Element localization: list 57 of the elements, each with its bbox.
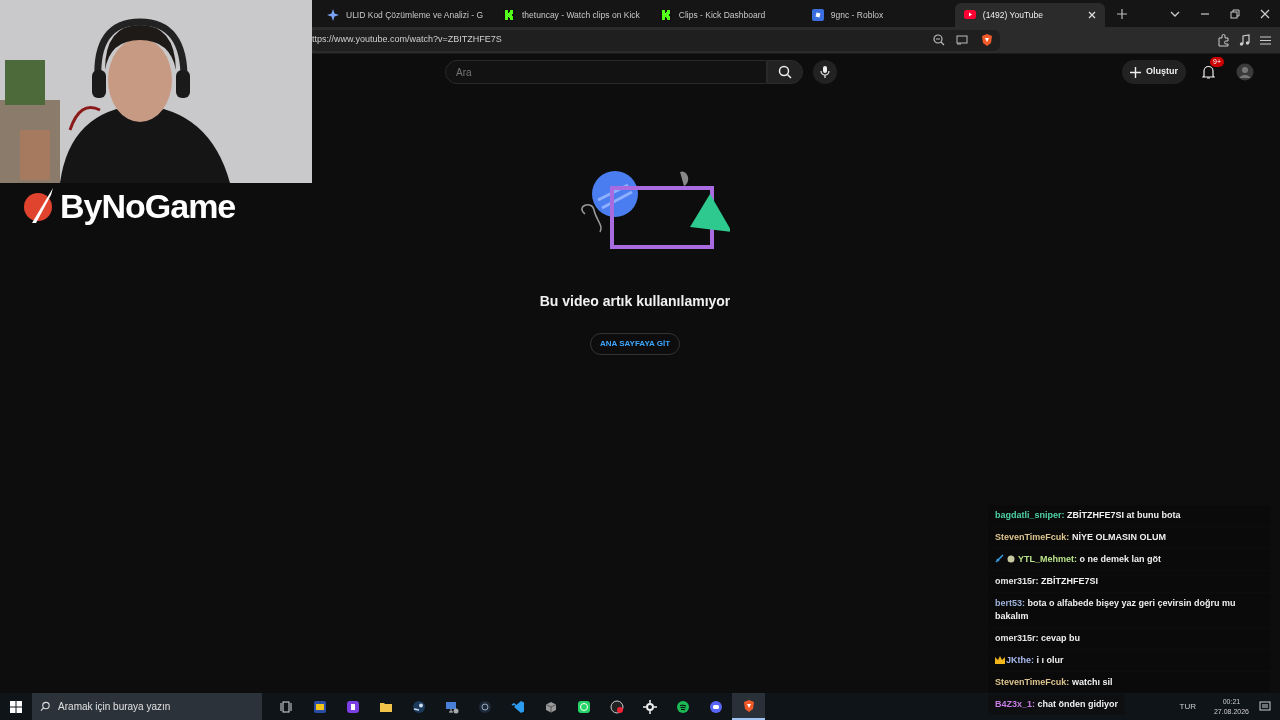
record-icon — [609, 699, 624, 714]
notification-icon[interactable] — [1259, 700, 1271, 713]
restore-icon[interactable] — [1230, 9, 1240, 19]
address-bar[interactable]: ttps://www.youtube.com/watch?v=ZBITZHFE7S — [310, 29, 1000, 51]
plus-icon[interactable] — [1116, 9, 1127, 19]
app-icon — [312, 699, 327, 714]
taskbar-app[interactable] — [732, 693, 765, 720]
k-letter-icon — [659, 9, 672, 21]
play-icon — [963, 9, 976, 21]
close-icon[interactable] — [1087, 11, 1096, 19]
close-icon[interactable] — [1260, 9, 1270, 19]
crown-icon — [995, 656, 1005, 664]
logo-text: ByNoGame — [60, 187, 236, 225]
k-letter-icon — [503, 9, 515, 21]
taskbar-search-box[interactable]: Aramak için buraya yazın — [32, 693, 262, 720]
language-indicator[interactable]: TUR — [1179, 700, 1196, 713]
windows-icon[interactable] — [10, 700, 22, 713]
plus-icon — [1130, 66, 1141, 78]
chevron-down-icon[interactable] — [1170, 9, 1180, 19]
music-note-icon[interactable] — [1238, 33, 1251, 47]
cast-icon[interactable] — [956, 35, 968, 45]
error-message: Bu video artık kullanılamıyor — [539, 292, 731, 311]
code-editor-icon — [510, 699, 525, 714]
puzzle-icon[interactable] — [1217, 33, 1230, 47]
computer-icon — [444, 699, 459, 714]
browser-tab[interactable]: 9gnc - Roblox — [802, 3, 953, 27]
shield-icon[interactable] — [980, 33, 994, 47]
chat-message: B4Z3x_1: chat önden gidiyor — [988, 694, 1126, 715]
search-field[interactable]: Ara — [445, 60, 767, 84]
browser-tab[interactable]: (1492) YouTube — [954, 3, 1105, 27]
app-icon — [345, 699, 360, 714]
avatar-icon[interactable] — [1236, 63, 1254, 81]
microphone-icon — [820, 65, 830, 79]
microphone-button[interactable] — [813, 60, 837, 84]
square-icon — [811, 9, 824, 21]
taskbar-search-field[interactable]: Aramak için buraya yazın — [58, 699, 254, 714]
gear-icon — [642, 699, 657, 714]
sparkle-icon — [327, 9, 339, 21]
task-view-icon — [279, 699, 294, 714]
create-button[interactable]: Oluştur — [1122, 60, 1186, 84]
chat-bubble-icon — [576, 699, 591, 714]
url-text: ttps://www.youtube.com/watch?v=ZBITZHFE7S — [311, 33, 502, 47]
bell-icon[interactable] — [1201, 65, 1215, 79]
cube-icon — [543, 699, 558, 714]
search-icon — [778, 65, 792, 79]
steam-icon — [411, 699, 426, 714]
music-circle-icon — [675, 699, 690, 714]
logo-icon — [22, 187, 56, 225]
browser-tab[interactable]: Clips - Kick Dashboard — [650, 3, 801, 27]
browser-tab[interactable]: thetuncay - Watch clips on Kick — [494, 3, 649, 27]
menu-icon[interactable] — [1259, 33, 1272, 47]
dot-icon — [1007, 555, 1015, 563]
search-icon — [40, 701, 51, 712]
search-button[interactable] — [767, 60, 803, 84]
browser-tab[interactable]: ULID Kod Çözümleme ve Analizi - G — [318, 3, 492, 27]
zoom-out-icon[interactable] — [933, 34, 945, 46]
app-icon — [477, 699, 492, 714]
